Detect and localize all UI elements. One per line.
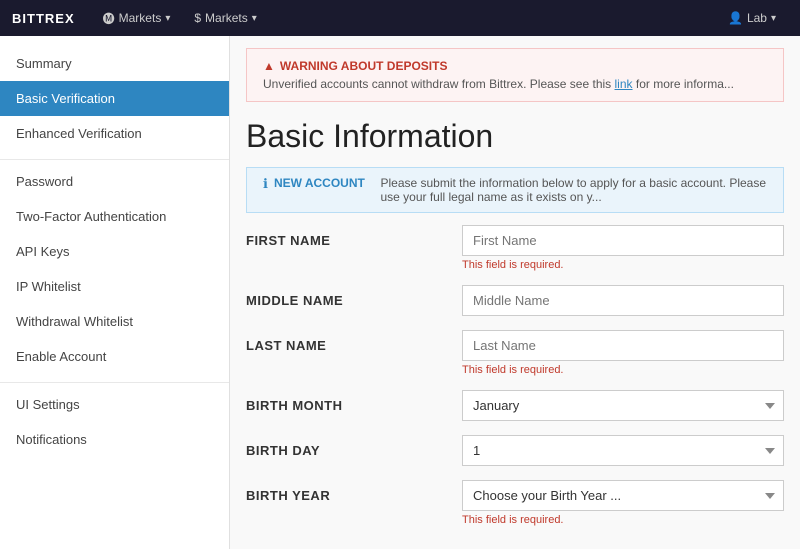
sidebar-item-basic-verification[interactable]: Basic Verification (0, 81, 229, 116)
birth-day-select[interactable]: 12345 678910 1112131415 1617181920 21222… (462, 435, 784, 466)
form-row-birth-day: BIRTH DAY 12345 678910 1112131415 161718… (246, 435, 784, 466)
input-group-birth-month: January February March April May June Ju… (462, 390, 784, 421)
nav-markets-1[interactable]: 🅜 Markets ▾ (91, 0, 183, 36)
sidebar-item-summary[interactable]: Summary (0, 46, 229, 81)
birth-year-select[interactable]: Choose your Birth Year ... (462, 480, 784, 511)
birth-month-select[interactable]: January February March April May June Ju… (462, 390, 784, 421)
markets-icon: 🅜 (103, 10, 115, 27)
user-icon: 👤 (728, 11, 743, 25)
warning-text: Unverified accounts cannot withdraw from… (263, 77, 767, 91)
sidebar-group-security: Password Two-Factor Authentication API K… (0, 159, 229, 374)
sidebar-item-api-keys[interactable]: API Keys (0, 234, 229, 269)
label-middle-name: MIDDLE NAME (246, 285, 446, 308)
input-group-first-name: This field is required. (462, 225, 784, 271)
form-row-birth-month: BIRTH MONTH January February March April… (246, 390, 784, 421)
sidebar: Summary Basic Verification Enhanced Veri… (0, 36, 230, 549)
input-group-birth-day: 12345 678910 1112131415 1617181920 21222… (462, 435, 784, 466)
sidebar-item-two-factor[interactable]: Two-Factor Authentication (0, 199, 229, 234)
form-row-last-name: LAST NAME This field is required. (246, 330, 784, 376)
sidebar-item-ui-settings[interactable]: UI Settings (0, 387, 229, 422)
chevron-down-icon-2: ▾ (252, 13, 257, 24)
warning-link[interactable]: link (615, 77, 633, 91)
label-birth-month: BIRTH MONTH (246, 390, 446, 413)
dollar-icon: $ (194, 11, 201, 25)
middle-name-input[interactable] (462, 285, 784, 316)
label-birth-year: BIRTH YEAR (246, 480, 446, 503)
first-name-error: This field is required. (462, 259, 784, 271)
info-circle-icon: ℹ (263, 176, 268, 192)
first-name-input[interactable] (462, 225, 784, 256)
sidebar-item-enable-account[interactable]: Enable Account (0, 339, 229, 374)
nav-markets-2[interactable]: $ Markets ▾ (182, 0, 268, 36)
last-name-error: This field is required. (462, 364, 784, 376)
sidebar-item-withdrawal-whitelist[interactable]: Withdrawal Whitelist (0, 304, 229, 339)
info-banner-title: NEW ACCOUNT (274, 176, 365, 190)
warning-banner: ▲ WARNING ABOUT DEPOSITS Unverified acco… (246, 48, 784, 102)
birth-year-error: This field is required. (462, 514, 784, 526)
input-group-middle-name (462, 285, 784, 316)
sidebar-item-enhanced-verification[interactable]: Enhanced Verification (0, 116, 229, 151)
top-nav: 🅜 Markets ▾ $ Markets ▾ (91, 0, 700, 36)
main-content: ▲ WARNING ABOUT DEPOSITS Unverified acco… (230, 36, 800, 549)
input-group-last-name: This field is required. (462, 330, 784, 376)
form-row-birth-year: BIRTH YEAR Choose your Birth Year ... Th… (246, 480, 784, 526)
header: BITTREX 🅜 Markets ▾ $ Markets ▾ 👤 Lab ▾ (0, 0, 800, 36)
lab-menu[interactable]: 👤 Lab ▾ (716, 11, 788, 25)
sidebar-group-settings: UI Settings Notifications (0, 382, 229, 457)
last-name-input[interactable] (462, 330, 784, 361)
layout: Summary Basic Verification Enhanced Veri… (0, 36, 800, 549)
input-group-birth-year: Choose your Birth Year ... This field is… (462, 480, 784, 526)
sidebar-item-ip-whitelist[interactable]: IP Whitelist (0, 269, 229, 304)
header-right: 👤 Lab ▾ (716, 11, 788, 25)
sidebar-item-password[interactable]: Password (0, 164, 229, 199)
form-row-first-name: FIRST NAME This field is required. (246, 225, 784, 271)
lab-chevron-icon: ▾ (771, 13, 776, 24)
form-row-middle-name: MIDDLE NAME (246, 285, 784, 316)
label-last-name: LAST NAME (246, 330, 446, 353)
form-area: FIRST NAME This field is required. MIDDL… (230, 225, 800, 526)
sidebar-item-notifications[interactable]: Notifications (0, 422, 229, 457)
chevron-down-icon: ▾ (165, 13, 170, 24)
label-birth-day: BIRTH DAY (246, 435, 446, 458)
warning-title: ▲ WARNING ABOUT DEPOSITS (263, 59, 767, 73)
page-title: Basic Information (246, 118, 784, 155)
info-banner: ℹ NEW ACCOUNT Please submit the informat… (246, 167, 784, 213)
info-banner-text: Please submit the information below to a… (380, 176, 767, 204)
label-first-name: FIRST NAME (246, 225, 446, 248)
logo: BITTREX (12, 11, 75, 26)
warning-triangle-icon: ▲ (263, 59, 275, 73)
